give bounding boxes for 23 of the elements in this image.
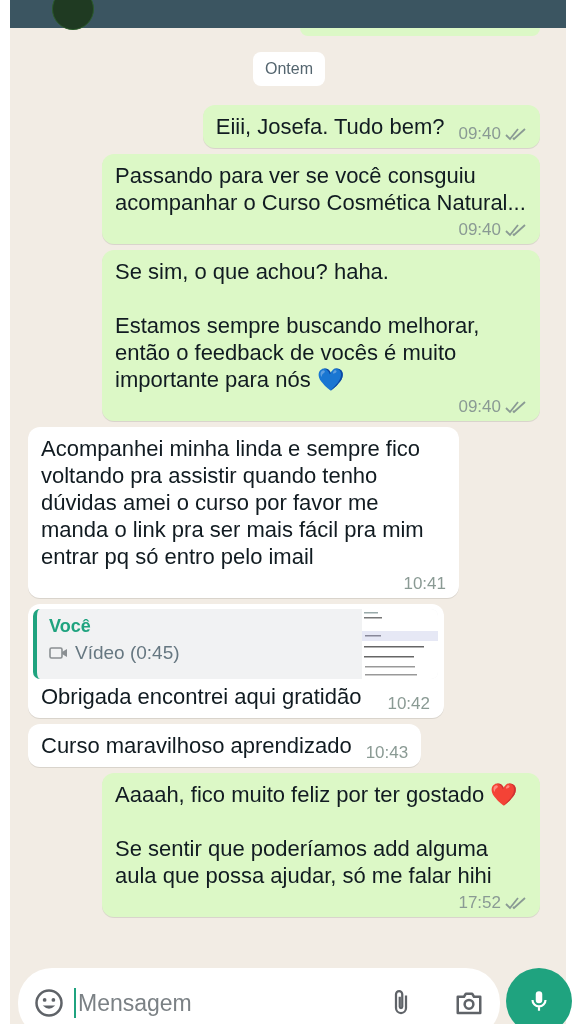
quoted-message[interactable]: Você Vídeo (0:45) <box>33 609 438 679</box>
message-text: Aaaah, fico muito feliz por ter gostado ❤ Se sentir que poderíamos add alguma aula que possa ajudar, só me falar hihi <box>115 781 519 889</box>
avatar-icon[interactable] <box>52 0 94 30</box>
quote-author: Você <box>49 615 92 637</box>
message-time: 17:52 <box>458 893 501 913</box>
message-time: 10:41 <box>403 574 446 594</box>
date-chip: Ontem <box>253 52 325 86</box>
message-time: 10:42 <box>387 694 430 714</box>
message-time: 10:43 <box>365 743 409 763</box>
emoji-icon[interactable] <box>34 988 64 1018</box>
message-text: Obrigada encontrei aqui gratidão <box>41 683 362 710</box>
message-time: 09:40 <box>458 124 501 144</box>
video-camera-icon <box>49 646 69 660</box>
message-text: Passando para ver se você consguiu acompanhar o Curso Cosmética Natural... <box>115 162 527 216</box>
message-time: 09:40 <box>458 220 501 240</box>
microphone-button[interactable] <box>506 968 572 1024</box>
message-time: 09:40 <box>458 397 501 417</box>
message-text: Eiii, Josefa. Tudo bem? <box>215 113 445 140</box>
message-field[interactable]: Mensagem <box>18 968 500 1024</box>
quote-label: Vídeo (0:45) <box>75 641 180 665</box>
message-text: Curso maravilhoso aprendizado <box>41 732 352 759</box>
message-text: Acompanhei minha linda e sempre fico voltando pra assistir quando tenho dúvidas amei o curso por favor me manda o link pra ser mais fácil pra mim entrar pq só entro pelo imail <box>41 435 425 570</box>
message-text: Se sim, o que achou? haha. Estamos sempre buscando melhorar, então o feedback de vocês é muito importante para nós 💙 <box>115 258 481 393</box>
